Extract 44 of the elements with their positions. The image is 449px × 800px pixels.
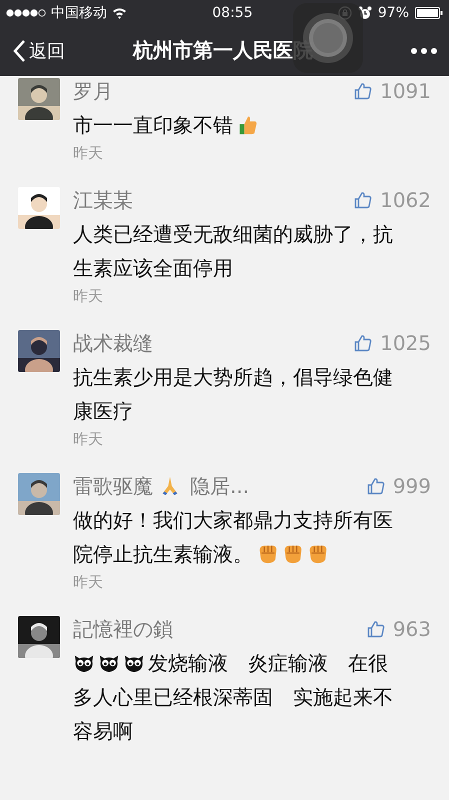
user-name: 战术裁缝 xyxy=(73,330,153,356)
thumbs-up-icon[interactable] xyxy=(366,620,385,638)
comment-time: 昨天 xyxy=(73,287,104,306)
wifi-icon xyxy=(112,6,127,18)
thumbs-up-icon[interactable] xyxy=(366,477,385,495)
comment-time: 昨天 xyxy=(73,573,104,592)
like-count: 963 xyxy=(392,617,431,641)
thumbs-up-icon[interactable] xyxy=(354,82,372,100)
comment-text: 做的好！我们大家都鼎力支持所有医 xyxy=(73,507,393,534)
comment-text: 院停止抗生素输液。 xyxy=(73,541,253,568)
like-count: 1091 xyxy=(380,79,431,103)
comment-text: 抗生素少用是大势所趋，倡导绿色健 xyxy=(73,364,393,391)
like-count: 999 xyxy=(392,474,431,498)
comment-text: 多人心里已经根深蒂固 实施起来不 xyxy=(73,684,393,711)
user-name: 隐居... xyxy=(190,472,250,500)
battery-icon xyxy=(415,6,443,18)
user-name: 江某某 xyxy=(73,186,133,214)
thumbs-up-icon[interactable] xyxy=(354,191,372,209)
clock-time: 08:55 xyxy=(212,4,253,20)
back-button[interactable]: 返回 xyxy=(12,38,65,62)
user-name: 罗月 xyxy=(73,78,113,104)
back-chevron-icon xyxy=(12,38,26,62)
fist-icon xyxy=(282,543,304,565)
fist-icon xyxy=(257,543,279,565)
user-name: 記憶裡の鎖 xyxy=(73,616,173,642)
comment-time: 昨天 xyxy=(73,430,104,449)
comment-time: 昨天 xyxy=(73,144,104,163)
like-count: 1025 xyxy=(380,331,431,355)
comment-text: 容易啊 xyxy=(73,718,133,745)
battery-percent: 97% xyxy=(378,4,409,20)
thumbs-up-icon[interactable] xyxy=(354,334,372,352)
comment-text: 康医疗 xyxy=(73,398,133,425)
carrier-name: 中国移动 xyxy=(51,4,107,22)
comment-text: 生素应该全面停用 xyxy=(73,255,233,282)
more-icon[interactable] xyxy=(411,48,437,54)
signal-icon xyxy=(6,8,46,16)
thumbs-up-icon xyxy=(237,114,259,136)
fist-icon xyxy=(307,543,329,565)
comment-text: 市一一直印象不错 xyxy=(73,112,233,139)
comment-text: 发烧输液 炎症输液 在很 xyxy=(148,650,388,677)
comment-text: 人类已经遭受无敌细菌的威胁了，抗 xyxy=(73,221,393,248)
assistive-touch-button[interactable] xyxy=(293,3,363,73)
user-name: 雷歌驱魔 xyxy=(73,472,153,500)
like-count: 1062 xyxy=(380,188,431,212)
